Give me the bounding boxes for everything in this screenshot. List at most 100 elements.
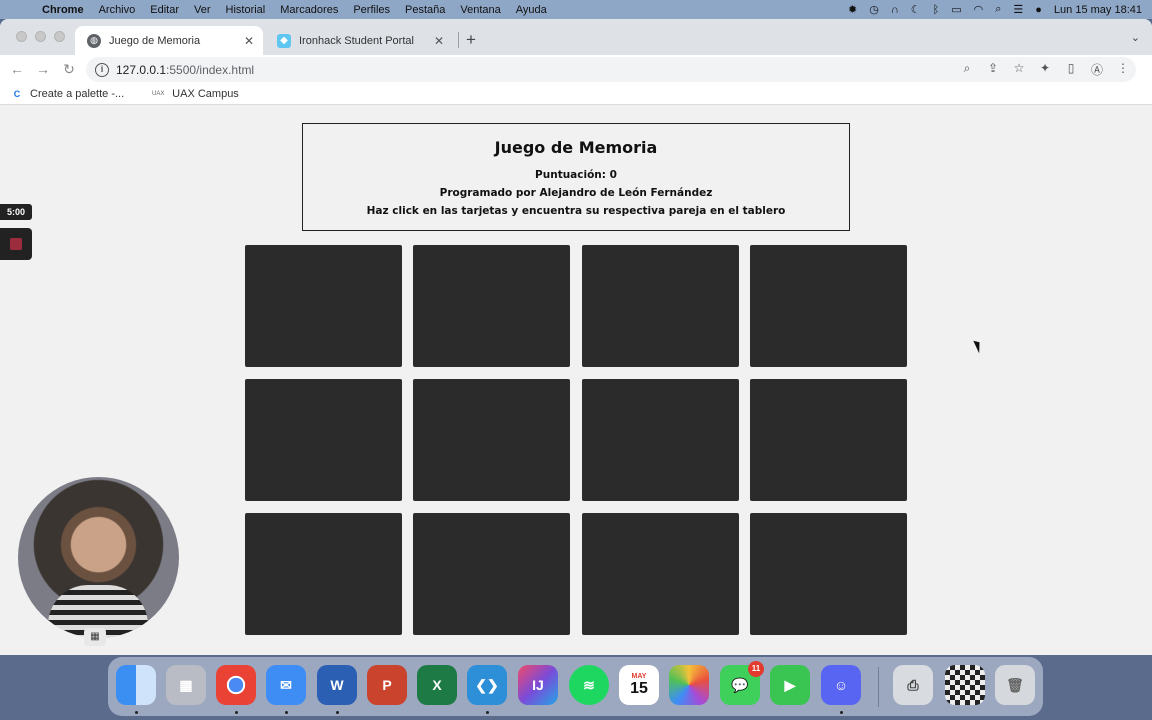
ironhack-favicon-icon: ◆ (277, 33, 291, 48)
webcam-bubble[interactable] (18, 477, 179, 638)
recording-timer: 5:00 (0, 204, 32, 220)
address-path: :5500/index.html (166, 62, 255, 77)
downloads-folder-icon[interactable]: ⎙ (893, 665, 933, 705)
chrome-icon[interactable] (216, 665, 256, 705)
menu-editar[interactable]: Editar (150, 4, 179, 16)
powerpoint-icon[interactable]: P (367, 665, 407, 705)
memory-card[interactable] (750, 245, 907, 367)
vscode-icon[interactable]: ❮❯ (467, 665, 507, 705)
memory-card[interactable] (245, 379, 402, 501)
excel-icon[interactable]: X (417, 665, 457, 705)
memory-card[interactable] (245, 513, 402, 635)
search-icon[interactable]: ⌕ (995, 3, 1001, 16)
address-url[interactable]: 127.0.0.1:5500/index.html (116, 63, 254, 77)
menu-perfiles[interactable]: Perfiles (353, 4, 390, 16)
memory-card[interactable] (245, 245, 402, 367)
discord-icon[interactable]: ☺ (821, 665, 861, 705)
gear-icon[interactable]: ✹ (848, 3, 857, 16)
memory-card[interactable] (750, 379, 907, 501)
menu-ayuda[interactable]: Ayuda (516, 4, 547, 16)
running-indicator (135, 711, 138, 714)
stop-recording-button[interactable] (0, 228, 32, 260)
zoom-icon[interactable]: ⌕ (960, 61, 974, 78)
share-icon[interactable]: ⇪ (986, 61, 1000, 78)
memory-card[interactable] (582, 245, 739, 367)
omnibox-actions: ⌕ ⇪ ☆ ✦ ▯ Ⓐ ⋮ (960, 61, 1130, 78)
chess-icon[interactable] (945, 665, 985, 705)
menu-app-chrome[interactable]: Chrome (42, 4, 84, 16)
close-tab-icon[interactable]: ✕ (241, 34, 257, 48)
zoom-window-button[interactable] (54, 31, 65, 42)
reload-icon[interactable]: ↻ (56, 61, 82, 78)
back-arrow-icon[interactable]: ← (4, 61, 30, 77)
intellij-icon[interactable]: IJ (518, 665, 558, 705)
control-center-icon[interactable]: ☰ (1013, 3, 1023, 16)
bookmark-uax-campus[interactable]: UAX UAX Campus (152, 88, 239, 100)
running-indicator (336, 711, 339, 714)
battery-icon[interactable]: ▭ (951, 3, 961, 16)
new-tab-plus-icon[interactable]: + (466, 30, 476, 50)
bookmark-create-palette[interactable]: C Create a palette -... (12, 88, 124, 100)
running-indicator (486, 711, 489, 714)
calendar-icon[interactable]: MAY 15 (619, 665, 659, 705)
tab-juego-de-memoria[interactable]: ◍ Juego de Memoria ✕ (75, 26, 263, 55)
facetime-icon[interactable]: ▶ (770, 665, 810, 705)
more-menu-icon[interactable]: ⋮ (1116, 61, 1130, 78)
menu-ventana[interactable]: Ventana (460, 4, 500, 16)
score-text: Puntuación: 0 (535, 169, 617, 181)
finder-icon[interactable] (116, 665, 156, 705)
extensions-icon[interactable]: ✦ (1038, 61, 1052, 78)
running-indicator (285, 711, 288, 714)
info-icon[interactable]: i (95, 62, 109, 77)
dock-divider (878, 667, 879, 707)
status-tray: ✹ ◷ ∩ ☾ ᛒ ▭ ◠ ⌕ ☰ ● Lun 15 may 18:41 (848, 0, 1142, 19)
bluetooth-icon[interactable]: ᛒ (933, 4, 940, 16)
messages-icon[interactable]: 💬 11 (720, 661, 764, 705)
menu-historial[interactable]: Historial (226, 4, 266, 16)
close-window-button[interactable] (16, 31, 27, 42)
macos-dock: ▦ ✉ W P X ❮❯ IJ ≋ MAY 15 💬 11 ▶ ☺ ⎙ 🗑 (108, 657, 1043, 716)
side-panel-icon[interactable]: ▯ (1064, 61, 1078, 78)
forward-arrow-icon[interactable]: → (30, 61, 56, 77)
trash-icon[interactable]: 🗑 (995, 665, 1035, 705)
siri-icon[interactable]: ● (1035, 4, 1042, 16)
menu-pestana[interactable]: Pestaña (405, 4, 445, 16)
time-machine-icon[interactable]: ◷ (869, 3, 879, 16)
chevron-down-icon[interactable]: ⌄ (1131, 31, 1140, 44)
menu-marcadores[interactable]: Marcadores (280, 4, 338, 16)
bookmark-label: UAX Campus (172, 87, 239, 100)
memory-card[interactable] (413, 379, 570, 501)
memory-card[interactable] (582, 513, 739, 635)
address-host: 127.0.0.1 (116, 62, 167, 77)
uax-icon: UAX (152, 90, 165, 97)
running-indicator (840, 711, 843, 714)
minimize-window-button[interactable] (35, 31, 46, 42)
word-icon[interactable]: W (317, 665, 357, 705)
menu-archivo[interactable]: Archivo (99, 4, 136, 16)
browser-toolbar: ← → ↻ i 127.0.0.1:5500/index.html ⌕ ⇪ ☆ … (0, 55, 1152, 83)
memory-card[interactable] (582, 379, 739, 501)
memory-card[interactable] (413, 245, 570, 367)
moon-icon[interactable]: ☾ (911, 3, 921, 16)
address-bar[interactable]: i 127.0.0.1:5500/index.html ⌕ ⇪ ☆ ✦ ▯ Ⓐ … (86, 57, 1136, 82)
memory-card[interactable] (413, 513, 570, 635)
macos-menu-bar: Chrome Archivo Editar Ver Historial Marc… (0, 0, 1152, 19)
headphones-icon[interactable]: ∩ (891, 4, 899, 16)
close-tab-icon[interactable]: ✕ (431, 34, 447, 48)
wifi-icon[interactable]: ◠ (974, 3, 984, 16)
menu-bar-clock[interactable]: Lun 15 may 18:41 (1054, 4, 1142, 16)
author-text: Programado por Alejandro de León Fernánd… (439, 187, 713, 199)
tab-title: Ironhack Student Portal (299, 34, 414, 47)
mail-icon[interactable]: ✉ (266, 665, 306, 705)
camera-settings-icon[interactable]: ▦ (84, 628, 106, 646)
spotify-icon[interactable]: ≋ (569, 665, 609, 705)
profile-avatar-icon[interactable]: Ⓐ (1090, 61, 1104, 78)
tab-ironhack[interactable]: ◆ Ironhack Student Portal ✕ (265, 26, 453, 55)
photos-icon[interactable] (669, 665, 709, 705)
menu-ver[interactable]: Ver (194, 4, 211, 16)
memory-card[interactable] (750, 513, 907, 635)
window-controls (16, 31, 65, 42)
star-icon[interactable]: ☆ (1012, 61, 1026, 78)
calendar-month: MAY (631, 672, 647, 680)
launchpad-icon[interactable]: ▦ (166, 665, 206, 705)
